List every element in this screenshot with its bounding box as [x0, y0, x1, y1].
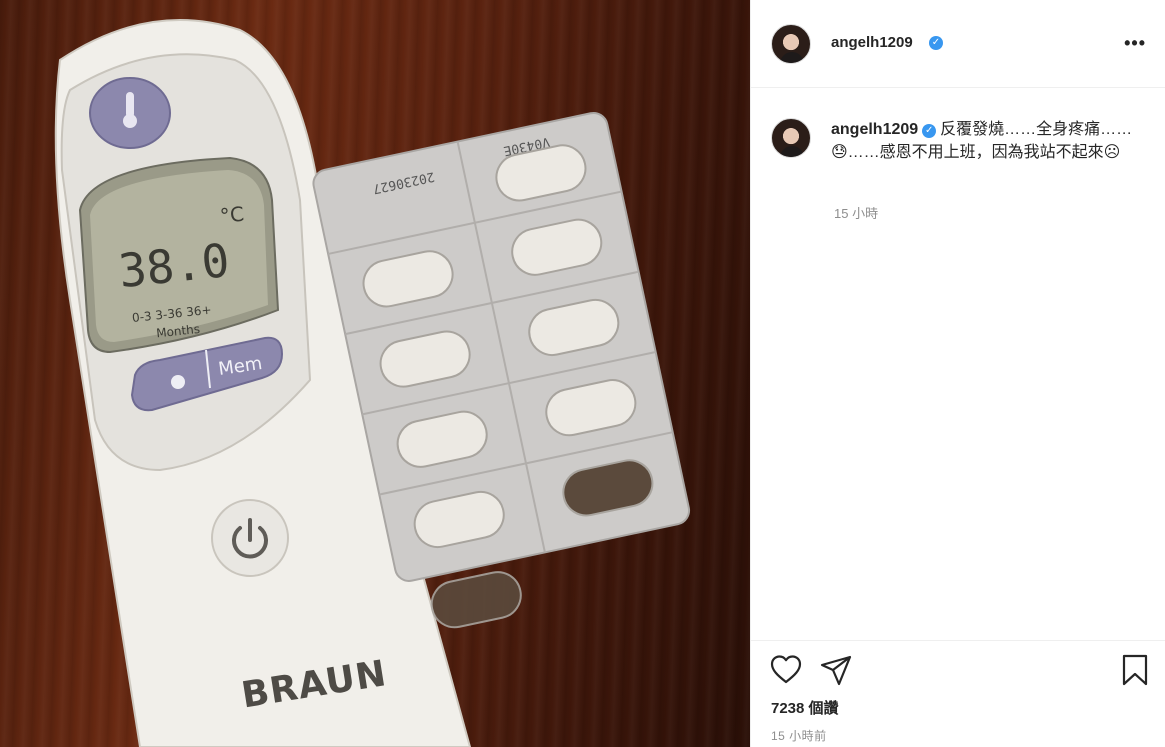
- caption-avatar[interactable]: [771, 118, 811, 158]
- verified-badge-icon: ✓: [929, 36, 943, 50]
- header-username[interactable]: angelh1209: [831, 34, 913, 51]
- heart-icon[interactable]: [769, 653, 803, 687]
- thermometer-unit: °C: [219, 202, 245, 228]
- thermometer-reading: 38.0: [116, 233, 232, 298]
- bookmark-icon[interactable]: [1118, 653, 1152, 687]
- like-count[interactable]: 7238 個讚: [771, 697, 839, 718]
- caption-timestamp[interactable]: 15 小時: [834, 203, 878, 222]
- post-sidebar: angelh1209 ✓ ••• angelh1209 ✓ 反覆發燒……全身疼痛………: [750, 0, 1165, 747]
- more-options-icon[interactable]: •••: [1124, 34, 1146, 52]
- avatar[interactable]: [771, 24, 811, 64]
- verified-badge-icon: ✓: [922, 124, 937, 138]
- photo-illustration: 38.0 °C 0-3 3-36 36+ Months Mem BRAUN 20…: [54, 19, 691, 747]
- post-photo[interactable]: 38.0 °C 0-3 3-36 36+ Months Mem BRAUN 20…: [0, 0, 750, 747]
- action-bar: 7238 個讚 15 小時前: [751, 640, 1165, 747]
- caption: angelh1209 ✓ 反覆發燒……全身疼痛……😓……感恩不用上班，因為我站不起來…: [831, 118, 1141, 164]
- paper-plane-icon[interactable]: [819, 653, 853, 687]
- caption-username[interactable]: angelh1209: [831, 121, 918, 138]
- post-timestamp[interactable]: 15 小時前: [771, 727, 827, 744]
- post-header: angelh1209 ✓ •••: [751, 0, 1165, 88]
